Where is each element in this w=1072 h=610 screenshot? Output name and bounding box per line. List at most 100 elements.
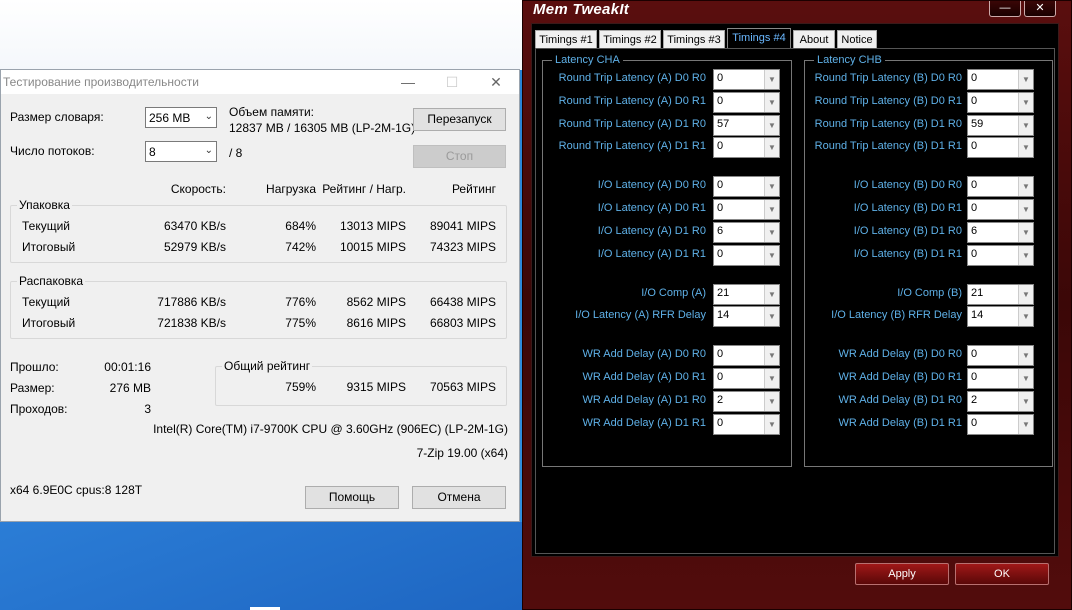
wr-add-delay-b-d0-r1-label: WR Add Delay (B) D0 R1 xyxy=(838,371,962,383)
i-o-latency-a-rfr-delay-select[interactable]: 14 ▼ xyxy=(713,306,780,327)
i-o-latency-b-rfr-delay-label: I/O Latency (B) RFR Delay xyxy=(831,309,962,321)
unpack-total-label: Итоговый xyxy=(22,316,76,330)
round-trip-latency-a-d0-r0-select[interactable]: 0 ▼ xyxy=(713,69,780,90)
chevron-down-icon: ▼ xyxy=(764,223,779,242)
round-trip-latency-b-d0-r0-select[interactable]: 0 ▼ xyxy=(967,69,1034,90)
round-trip-latency-a-d0-r0-value: 0 xyxy=(717,72,724,84)
wr-add-delay-a-d0-r0-value: 0 xyxy=(717,348,724,360)
i-o-latency-b-d0-r1-label: I/O Latency (B) D0 R1 xyxy=(853,202,962,214)
round-trip-latency-b-d1-r0-value: 59 xyxy=(971,118,984,130)
i-o-latency-a-d1-r1-value: 0 xyxy=(717,248,724,260)
round-trip-latency-a-d0-r1-select[interactable]: 0 ▼ xyxy=(713,92,780,113)
wr-add-delay-a-d1-r0-select[interactable]: 2 ▼ xyxy=(713,391,780,412)
threads-select[interactable]: 8 ⌄ xyxy=(145,141,217,162)
i-o-latency-b-rfr-delay-select[interactable]: 14 ▼ xyxy=(967,306,1034,327)
i-o-comp-b-select[interactable]: 21 ▼ xyxy=(967,284,1034,305)
version-info: 7-Zip 19.00 (x64) xyxy=(416,446,508,460)
pack-total-rating-load: 10015 MIPS xyxy=(339,240,406,254)
dict-size-select[interactable]: 256 MB ⌄ xyxy=(145,107,217,128)
round-trip-latency-b-d1-r0-select[interactable]: 59 ▼ xyxy=(967,115,1034,136)
round-trip-latency-a-d1-r0-label: Round Trip Latency (A) D1 R0 xyxy=(558,118,706,130)
wr-add-delay-a-d0-r0-select[interactable]: 0 ▼ xyxy=(713,345,780,366)
round-trip-latency-a-d1-r1-select[interactable]: 0 ▼ xyxy=(713,137,780,158)
round-trip-latency-b-d0-r1-select[interactable]: 0 ▼ xyxy=(967,92,1034,113)
wr-add-delay-b-d0-r0-value: 0 xyxy=(971,348,978,360)
i-o-latency-a-d1-r1-select[interactable]: 0 ▼ xyxy=(713,245,780,266)
memtweakit-window: Mem TweakIt — ✕ Timings #1 Timings #2 Ti… xyxy=(522,0,1072,610)
ok-button[interactable]: OK xyxy=(955,563,1049,585)
wr-add-delay-a-d1-r1-select[interactable]: 0 ▼ xyxy=(713,414,780,435)
unpack-current-rating-load: 8562 MIPS xyxy=(346,295,406,309)
i-o-latency-a-d1-r0-select[interactable]: 6 ▼ xyxy=(713,222,780,243)
i-o-latency-b-d0-r0-select[interactable]: 0 ▼ xyxy=(967,176,1034,197)
total-rating-caption: Общий рейтинг xyxy=(222,359,313,373)
i-o-latency-b-d1-r0-select[interactable]: 6 ▼ xyxy=(967,222,1034,243)
total-load: 759% xyxy=(285,380,316,394)
chevron-down-icon: ▼ xyxy=(764,307,779,326)
help-button[interactable]: Помощь xyxy=(305,486,399,509)
pack-total-load: 742% xyxy=(285,240,316,254)
close-icon[interactable]: ✕ xyxy=(1024,1,1056,17)
i-o-latency-b-d1-r1-select[interactable]: 0 ▼ xyxy=(967,245,1034,266)
i-o-latency-a-d0-r0-select[interactable]: 0 ▼ xyxy=(713,176,780,197)
wr-add-delay-a-d0-r1-select[interactable]: 0 ▼ xyxy=(713,368,780,389)
latency-cha-caption: Latency CHA xyxy=(552,54,623,66)
tab-timings-3[interactable]: Timings #3 xyxy=(663,30,725,50)
i-o-latency-b-d1-r0-label: I/O Latency (B) D1 R0 xyxy=(853,225,962,237)
i-o-latency-b-d1-r0-value: 6 xyxy=(971,225,978,237)
round-trip-latency-b-d1-r1-label: Round Trip Latency (B) D1 R1 xyxy=(814,140,962,152)
round-trip-latency-b-d0-r1-label: Round Trip Latency (B) D0 R1 xyxy=(814,95,962,107)
i-o-comp-a-select[interactable]: 21 ▼ xyxy=(713,284,780,305)
pack-current-rating: 89041 MIPS xyxy=(429,219,496,233)
chevron-down-icon: ▼ xyxy=(1018,346,1033,365)
close-icon[interactable]: ✕ xyxy=(481,72,511,92)
minimize-icon[interactable]: — xyxy=(393,72,423,92)
wr-add-delay-b-d1-r1-select[interactable]: 0 ▼ xyxy=(967,414,1034,435)
wr-add-delay-b-d0-r1-value: 0 xyxy=(971,371,978,383)
tab-about[interactable]: About xyxy=(793,30,835,50)
memtweakit-title: Mem TweakIt xyxy=(533,1,630,18)
unpack-current-load: 776% xyxy=(285,295,316,309)
i-o-comp-b-value: 21 xyxy=(971,287,984,299)
unpacking-group: Распаковка xyxy=(10,274,507,339)
i-o-comp-b-label: I/O Comp (B) xyxy=(897,287,962,299)
round-trip-latency-a-d1-r0-select[interactable]: 57 ▼ xyxy=(713,115,780,136)
minimize-icon[interactable]: — xyxy=(989,1,1021,17)
chevron-down-icon: ▼ xyxy=(764,93,779,112)
col-rating-load-header: Рейтинг / Нагр. xyxy=(322,182,406,196)
dict-size-label: Размер словаря: xyxy=(10,110,104,124)
chevron-down-icon: ▼ xyxy=(1018,307,1033,326)
tab-timings-2[interactable]: Timings #2 xyxy=(599,30,661,50)
wr-add-delay-b-d0-r1-select[interactable]: 0 ▼ xyxy=(967,368,1034,389)
elapsed-label: Прошло: xyxy=(10,360,59,374)
restart-button[interactable]: Перезапуск xyxy=(413,108,506,131)
wr-add-delay-b-d1-r0-select[interactable]: 2 ▼ xyxy=(967,391,1034,412)
pack-current-load: 684% xyxy=(285,219,316,233)
col-rating-header: Рейтинг xyxy=(451,182,496,196)
unpack-current-rating: 66438 MIPS xyxy=(429,295,496,309)
unpacking-caption: Распаковка xyxy=(17,274,86,288)
pack-current-rating-load: 13013 MIPS xyxy=(339,219,406,233)
round-trip-latency-b-d1-r1-select[interactable]: 0 ▼ xyxy=(967,137,1034,158)
unpack-current-label: Текущий xyxy=(22,295,70,309)
i-o-latency-b-d0-r0-value: 0 xyxy=(971,179,978,191)
tab-notice[interactable]: Notice xyxy=(837,30,877,50)
tab-timings-1[interactable]: Timings #1 xyxy=(535,30,597,50)
chevron-down-icon: ▼ xyxy=(764,200,779,219)
i-o-latency-a-d1-r1-label: I/O Latency (A) D1 R1 xyxy=(597,248,706,260)
apply-button[interactable]: Apply xyxy=(855,563,949,585)
cancel-button[interactable]: Отмена xyxy=(412,486,506,509)
stop-button: Стоп xyxy=(413,145,506,168)
wr-add-delay-b-d0-r0-select[interactable]: 0 ▼ xyxy=(967,345,1034,366)
chevron-down-icon: ⌄ xyxy=(204,111,213,122)
chevron-down-icon: ▼ xyxy=(764,138,779,157)
wr-add-delay-b-d1-r1-label: WR Add Delay (B) D1 R1 xyxy=(838,417,962,429)
chevron-down-icon: ⌄ xyxy=(204,145,213,156)
unpack-total-rating: 66803 MIPS xyxy=(429,316,496,330)
i-o-latency-a-d0-r1-select[interactable]: 0 ▼ xyxy=(713,199,780,220)
round-trip-latency-b-d0-r1-value: 0 xyxy=(971,95,978,107)
sys-info: x64 6.9E0C cpus:8 128T xyxy=(10,483,143,497)
unpack-total-load: 775% xyxy=(285,316,316,330)
size-value: 276 MB xyxy=(109,381,151,395)
i-o-latency-b-d0-r1-select[interactable]: 0 ▼ xyxy=(967,199,1034,220)
